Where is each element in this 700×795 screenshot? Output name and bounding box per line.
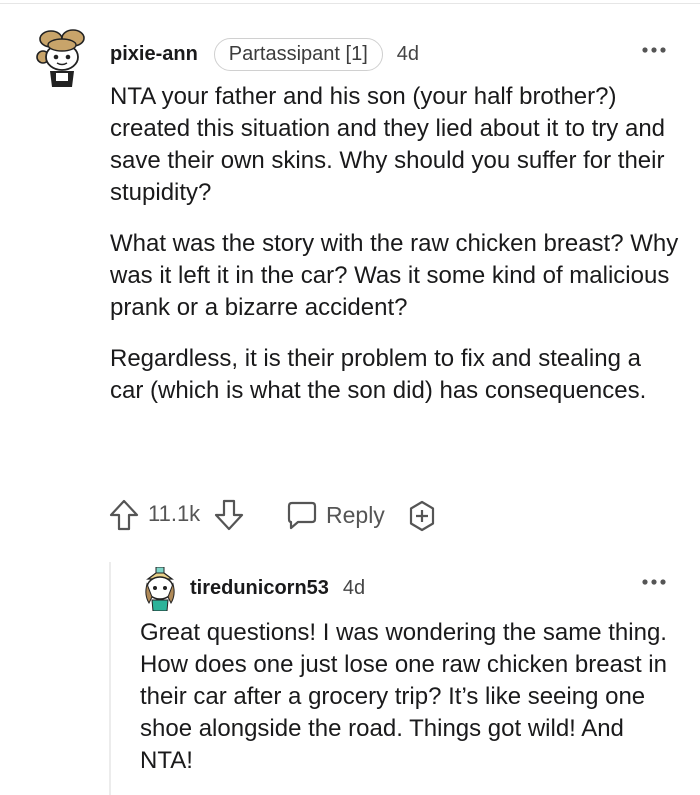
comment-meta: pixie-ann Partassipant [1] 4d	[110, 37, 419, 71]
comment-paragraph: What was the story with the raw chicken …	[110, 230, 679, 321]
award-icon	[409, 500, 435, 532]
snoo-avatar-icon	[36, 29, 85, 87]
user-flair: Partassipant [1]	[213, 37, 383, 71]
more-options-button[interactable]	[638, 575, 670, 589]
downvote-button[interactable]	[212, 498, 246, 532]
snoo-avatar-icon	[145, 566, 175, 612]
comment-body: NTA your father and his son (your half b…	[110, 81, 680, 426]
reply-paragraph: Great questions! I was wondering the sam…	[140, 619, 667, 774]
top-divider	[0, 3, 700, 4]
more-options-icon	[642, 47, 666, 53]
upvote-icon	[109, 499, 139, 531]
award-button[interactable]	[406, 500, 438, 532]
more-options-button[interactable]	[638, 43, 670, 57]
reply-body: Great questions! I was wondering the sam…	[140, 617, 680, 777]
more-options-icon	[642, 579, 666, 585]
user-avatar[interactable]	[140, 566, 180, 612]
reply-button[interactable]: Reply	[286, 500, 385, 530]
reply-meta: tiredunicorn53 4d	[190, 574, 365, 602]
comment-actions: 11.1k Reply	[108, 498, 568, 534]
comment-age: 4d	[396, 42, 420, 65]
comment-age: 4d	[342, 576, 366, 599]
username[interactable]: tiredunicorn53	[190, 577, 329, 600]
comment-paragraph: Regardless, it is their problem to fix a…	[110, 345, 647, 404]
thread-line[interactable]	[109, 562, 111, 795]
vote-count: 11.1k	[148, 501, 201, 526]
reply-bubble-icon	[287, 501, 317, 530]
comment-paragraph: NTA your father and his son (your half b…	[110, 83, 666, 206]
downvote-icon	[214, 499, 244, 531]
user-avatar[interactable]	[34, 27, 90, 89]
username[interactable]: pixie-ann	[110, 43, 198, 66]
reply-label: Reply	[326, 501, 385, 528]
upvote-button[interactable]	[108, 498, 140, 532]
